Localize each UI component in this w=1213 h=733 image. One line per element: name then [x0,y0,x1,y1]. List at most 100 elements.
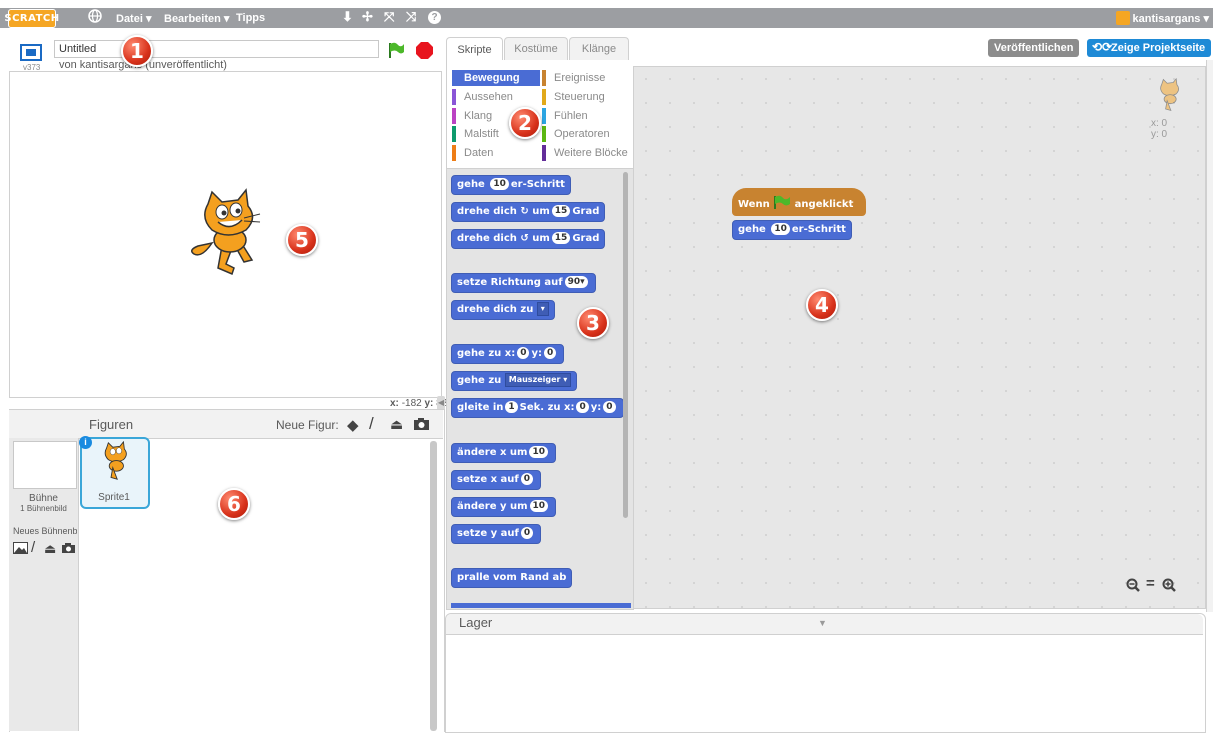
shrink-icon[interactable]: ⤨ [406,9,416,25]
block-point-direction[interactable]: setze Richtung auf 90▾ [451,273,596,293]
block-text: um [532,233,550,244]
sprite-library-icon[interactable]: ◆ [347,416,359,434]
block-partial [451,603,631,608]
paint-backdrop-icon[interactable]: / [31,539,35,556]
grow-icon[interactable]: ⤧ [384,9,394,25]
scripts-scrollbar[interactable] [1206,60,1213,612]
tab-sounds[interactable]: Klänge [569,37,629,60]
block-input[interactable]: 0 [517,347,530,359]
block-input[interactable]: 90▾ [564,276,588,288]
zoom-in-icon[interactable] [1162,578,1176,595]
palette-scrollbar[interactable] [623,172,628,518]
cat-sprite[interactable] [182,188,272,281]
block-change-y[interactable]: ändere y um 10 [451,497,557,517]
green-flag-icon[interactable] [387,41,405,62]
upload-backdrop-icon[interactable]: ⏏ [44,541,56,557]
category-operators[interactable]: Operatoren [542,126,610,142]
block-goto-xy[interactable]: gehe zu x: 0 y: 0 [451,344,565,364]
block-text: er-Schritt [791,224,846,235]
block-point-towards[interactable]: drehe dich zu ▾ [451,300,555,320]
block-turn-right[interactable]: drehe dich ↻ um 15 Grad [451,202,606,222]
scratch-logo[interactable]: SCRATCH [4,9,59,28]
block-input[interactable]: 1 [505,401,518,413]
category-pen[interactable]: Malstift [452,126,499,142]
block-input[interactable]: 0 [520,527,534,539]
block-input[interactable]: 0 [544,347,557,359]
block-text: setze y auf [457,528,519,539]
block-input[interactable]: 10 [771,223,790,235]
block-dropdown[interactable]: ▾ [536,302,549,316]
badge-3: 3 [577,307,609,339]
category-events[interactable]: Ereignisse [542,70,605,86]
sprites-title: Figuren [89,417,134,432]
badge-5: 5 [286,224,318,256]
sprite-thumbnail-icon [95,440,135,484]
zoom-out-icon[interactable] [1126,578,1140,595]
stage-thumbnail[interactable] [13,441,77,489]
upload-sprite-icon[interactable]: ⏏ [390,416,403,433]
block-text: drehe dich [457,206,517,217]
block-input[interactable]: 15 [551,205,571,217]
block-input[interactable]: 10 [529,446,549,458]
globe-icon[interactable] [88,9,102,26]
sprites-scrollbar[interactable] [430,441,437,731]
duplicate-icon[interactable]: ⬇ [342,9,353,25]
block-bounce[interactable]: pralle vom Rand ab [451,568,573,588]
publish-button[interactable]: Veröffentlichen [988,39,1080,57]
category-control[interactable]: Steuerung [542,89,605,105]
stop-icon[interactable] [415,41,434,63]
tab-costumes[interactable]: Kostüme [504,37,568,60]
badge-4: 4 [806,289,838,321]
collapse-stage-button[interactable]: ◀ [437,396,445,410]
block-move[interactable]: gehe 10 er-Schritt [451,175,571,195]
fullscreen-icon[interactable] [20,44,42,61]
backpack-toggle-icon[interactable]: ▼ [818,618,827,628]
category-sound[interactable]: Klang [452,108,492,124]
backdrop-library-icon[interactable] [13,542,28,557]
help-icon[interactable]: ? [428,11,441,24]
user-menu[interactable]: kantisargans ▾ [1133,12,1209,25]
edit-menu[interactable]: Bearbeiten ▾ [164,12,229,25]
block-goto[interactable]: gehe zu Mauszeiger ▾ [451,371,578,391]
category-looks[interactable]: Aussehen [452,89,513,105]
tips-menu[interactable]: Tipps [236,12,265,24]
block-input[interactable]: 10 [490,178,509,190]
block-glide[interactable]: gleite in 1 Sek. zu x: 0 y: 0 [451,398,624,418]
paint-sprite-icon[interactable]: / [369,414,374,434]
block-set-y[interactable]: setze y auf 0 [451,524,542,544]
category-motion[interactable]: Bewegung [452,70,540,86]
cut-icon[interactable]: ✢ [362,9,373,25]
block-input[interactable]: 0 [603,401,616,413]
when-flag-clicked-block[interactable]: Wenn angeklickt [732,188,866,216]
info-icon[interactable]: i [79,436,92,449]
project-title-input[interactable]: Untitled [54,40,379,58]
block-dropdown[interactable]: Mauszeiger ▾ [504,373,572,387]
zoom-reset-icon[interactable]: = [1146,575,1155,592]
block-text: gehe [738,224,766,235]
block-input[interactable]: 10 [529,500,549,512]
turn-right-icon: ↻ [520,206,529,217]
sprite-x-readout: x: 0 [1151,118,1168,129]
stage-label: Bühne [29,493,58,504]
script-move-block[interactable]: gehe 10 er-Schritt [732,220,852,240]
block-text: setze Richtung auf [457,277,563,288]
category-more-blocks[interactable]: Weitere Blöcke [542,145,628,161]
user-avatar[interactable] [1116,11,1130,25]
block-input[interactable]: 0 [520,473,534,485]
block-change-x[interactable]: ändere x um 10 [451,443,557,463]
scripts-area[interactable] [633,66,1206,609]
category-data[interactable]: Daten [452,145,493,161]
project-page-icon: ⟲⟳ [1092,40,1113,54]
block-text: setze x auf [457,474,519,485]
category-sensing[interactable]: Fühlen [542,108,588,124]
block-set-x[interactable]: setze x auf 0 [451,470,542,490]
camera-backdrop-icon[interactable] [61,542,76,557]
block-input[interactable]: 0 [576,401,589,413]
block-text: um [532,206,550,217]
tab-scripts[interactable]: Skripte [446,37,503,61]
block-turn-left[interactable]: drehe dich ↺ um 15 Grad [451,229,606,249]
block-input[interactable]: 15 [551,232,571,244]
sprite-y-readout: y: 0 [1151,129,1168,140]
camera-sprite-icon[interactable] [413,417,430,434]
file-menu[interactable]: Datei ▾ [116,12,151,25]
